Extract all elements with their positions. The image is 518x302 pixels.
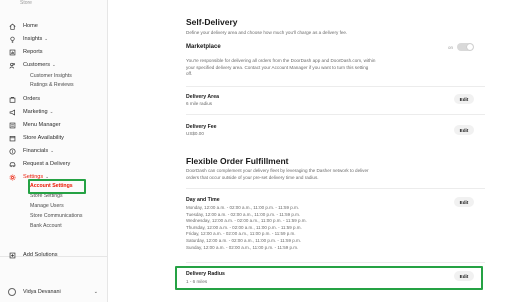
sidebar-item-label: Menu Manager [23, 122, 61, 128]
chevron-down-icon: ⌄ [93, 289, 98, 295]
toggle-switch[interactable] [457, 43, 475, 51]
main-content: Self-Delivery Define your delivery area … [109, 0, 518, 302]
divider [186, 86, 485, 87]
chevron-down-icon: ⌄ [45, 174, 49, 179]
delivery-area-value: 6 mile radius [186, 101, 213, 106]
sidebar-subitem-store-settings[interactable]: Store Settings [30, 192, 63, 201]
plus-square-icon [8, 251, 17, 260]
text-line: You're responsible for delivering all or… [186, 58, 376, 63]
sidebar-subitem-manage-users[interactable]: Manage Users [30, 202, 64, 211]
sidebar-store-label: Store [20, 0, 32, 6]
customers-icon [8, 61, 17, 70]
user-name: Vidya Devanani [23, 289, 61, 295]
menu-icon [8, 121, 17, 130]
dollar-icon [8, 147, 17, 156]
day-time-label: Day and Time [186, 197, 220, 203]
sidebar-item-label: Customers [23, 62, 51, 68]
sidebar-item-label: Settings [23, 174, 44, 180]
day-time-edit-button[interactable]: Edit [454, 197, 474, 207]
sidebar-item-insights[interactable]: Insights ⌄ [4, 33, 104, 45]
sidebar-item-label: Reports [23, 49, 43, 55]
delivery-radius-value: 1 - 6 miles [186, 279, 208, 284]
sidebar-item-customers[interactable]: Customers ⌄ [4, 59, 104, 71]
sidebar-item-menu-manager[interactable]: Menu Manager [4, 119, 104, 131]
divider [186, 188, 485, 189]
hours-row: Thursday, 12:00 a.m. - 02:00 a.m., 11:00… [186, 224, 302, 230]
delivery-radius-highlight [175, 266, 483, 290]
chevron-down-icon: ⌄ [50, 148, 54, 153]
page-title: Self-Delivery [186, 17, 238, 27]
text-line: off. [186, 71, 193, 77]
sidebar-item-store-availability[interactable]: Store Availability [4, 132, 104, 144]
sidebar-item-add-solutions[interactable]: Add Solutions [4, 249, 104, 261]
hours-list: Monday, 12:00 a.m. - 02:00 a.m., 11:00 p… [186, 205, 307, 251]
flexible-fulfillment-heading: Flexible Order Fulfillment [186, 156, 289, 166]
megaphone-icon [8, 108, 17, 117]
delivery-fee-edit-button[interactable]: Edit [454, 125, 474, 135]
text-line: orders that occur outside of your pre-se… [186, 174, 319, 180]
sidebar-item-financials[interactable]: Financials ⌄ [4, 145, 104, 157]
hours-row: Wednesday, 12:00 a.m. - 02:00 a.m., 11:0… [186, 218, 307, 224]
sidebar-item-reports[interactable]: Reports [4, 46, 104, 58]
delivery-radius-edit-button[interactable]: Edit [454, 271, 474, 281]
chevron-down-icon: ⌄ [49, 109, 54, 114]
text-line: DoorDash can complement your delivery fl… [186, 168, 369, 173]
chevron-down-icon: ⌄ [44, 36, 49, 41]
sidebar-item-label: Orders [23, 96, 41, 102]
delivery-fee-label: Delivery Fee [186, 124, 217, 130]
text-line: your specified delivery area. Contact yo… [186, 64, 369, 70]
sidebar-subitem-ratings-reviews[interactable]: Ratings & Reviews [30, 81, 74, 90]
sidebar-item-label: Insights [23, 36, 43, 42]
marketplace-description: You're responsible for delivering all or… [186, 58, 401, 78]
toggle-state-label: on [448, 44, 454, 50]
delivery-area-label: Delivery Area [186, 94, 219, 100]
sidebar-item-label: Marketing [23, 109, 48, 115]
hours-row: Tuesday, 12:00 a.m. - 02:00 a.m., 11:00 … [186, 211, 301, 217]
delivery-area-edit-button[interactable]: Edit [454, 94, 474, 104]
bag-icon [8, 95, 17, 104]
chevron-down-icon: ⌄ [52, 62, 56, 67]
calendar-icon [8, 134, 17, 143]
hours-row: Monday, 12:00 a.m. - 02:00 a.m., 11:00 p… [186, 205, 300, 210]
hours-row: Saturday, 12:00 a.m. - 02:00 a.m., 11:00… [186, 237, 302, 243]
lightbulb-icon [8, 35, 17, 44]
sidebar-item-label: Add Solutions [23, 252, 58, 258]
report-icon [8, 48, 17, 57]
page-subtitle: Define your delivery area and choose how… [186, 30, 348, 35]
delivery-radius-label: Delivery Radius [186, 271, 225, 277]
sidebar-item-label: Store Availability [23, 135, 64, 141]
sidebar-subitem-account-settings[interactable]: Account Settings [30, 182, 73, 191]
sidebar-subitem-customer-insights[interactable]: Customer Insights [30, 72, 72, 81]
sidebar-item-label: Financials [23, 148, 49, 154]
sidebar-item-orders[interactable]: Orders [4, 93, 104, 105]
sidebar-item-label: Home [23, 23, 38, 29]
marketplace-heading: Marketplace [186, 44, 221, 50]
sidebar-item-home[interactable]: Home [4, 20, 104, 32]
hours-row: Friday, 12:00 a.m. - 02:00 a.m., 11:00 p… [186, 231, 296, 237]
divider [186, 262, 485, 263]
avatar [8, 288, 16, 296]
user-menu[interactable]: Vidya Devanani ⌄ [8, 286, 104, 298]
car-icon [8, 160, 17, 169]
sidebar-item-label: Request a Delivery [23, 161, 71, 167]
sidebar-subitem-bank-account[interactable]: Bank Account [30, 222, 62, 231]
hours-row: Sunday, 12:00 a.m. - 02:00 a.m., 11:00 p… [186, 244, 299, 250]
toggle-knob [467, 44, 474, 50]
sidebar-subitem-store-communications[interactable]: Store Communications [30, 212, 82, 221]
sidebar-item-marketing[interactable]: Marketing ⌄ [4, 106, 104, 118]
marketplace-toggle[interactable]: on [448, 43, 475, 51]
delivery-fee-value: US$0.00 [186, 131, 204, 136]
divider [186, 114, 485, 115]
flexible-fulfillment-description: DoorDash can complement your delivery fl… [186, 168, 401, 181]
sidebar-item-request-delivery[interactable]: Request a Delivery [4, 158, 104, 170]
gear-icon [8, 173, 17, 182]
sidebar: Store Home Insights ⌄ Reports Customers … [0, 0, 108, 302]
home-icon [8, 22, 17, 31]
